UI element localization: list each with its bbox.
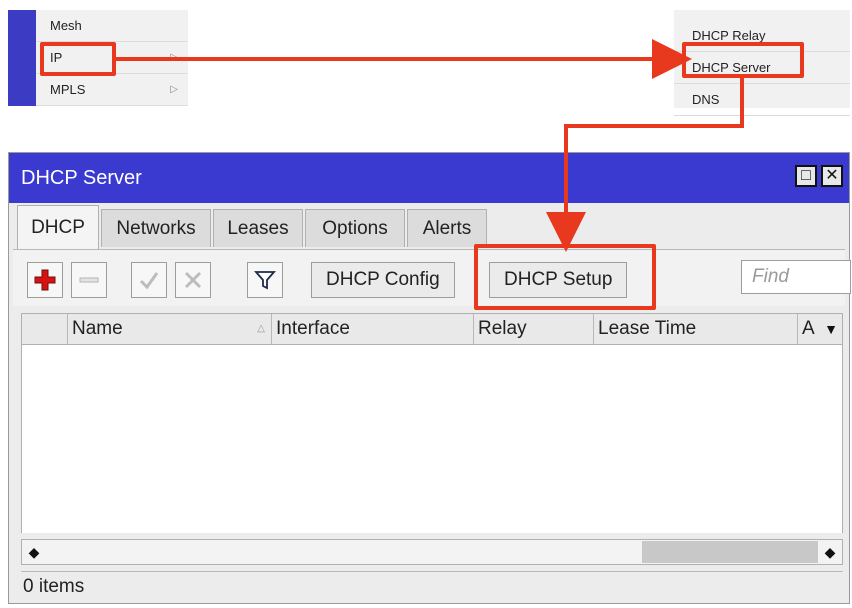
scroll-right-icon[interactable]: ◆ bbox=[818, 540, 842, 564]
filter-button[interactable] bbox=[247, 262, 283, 298]
scrollbar-thumb[interactable] bbox=[642, 541, 818, 563]
find-input[interactable]: Find bbox=[741, 260, 851, 294]
tab-label: Options bbox=[322, 218, 388, 239]
column-label: Lease Time bbox=[598, 318, 697, 339]
row-marker-column bbox=[22, 314, 68, 344]
menu-item-mesh[interactable]: Mesh bbox=[36, 10, 188, 42]
tab-label: Alerts bbox=[422, 218, 472, 239]
window-title: DHCP Server bbox=[21, 167, 142, 189]
column-label: Interface bbox=[276, 318, 350, 339]
menu-item-label: Mesh bbox=[50, 18, 82, 33]
maximize-button[interactable]: □ bbox=[795, 165, 817, 187]
column-label: Relay bbox=[478, 318, 527, 339]
column-label: A bbox=[802, 318, 815, 339]
close-button[interactable]: ✕ bbox=[821, 165, 843, 187]
remove-button[interactable] bbox=[71, 262, 107, 298]
status-bar: 0 items bbox=[21, 571, 843, 601]
tab-dhcp[interactable]: DHCP bbox=[17, 205, 99, 251]
dhcp-setup-button[interactable]: DHCP Setup bbox=[489, 262, 628, 298]
x-icon bbox=[184, 271, 202, 289]
menu-item-label: DHCP Relay bbox=[692, 28, 766, 43]
maximize-icon: □ bbox=[801, 167, 811, 184]
menu-item-mpls[interactable]: MPLS ▷ bbox=[36, 74, 188, 106]
submenu-arrow-icon: ▷ bbox=[170, 84, 178, 95]
column-header-relay[interactable]: Relay bbox=[474, 314, 594, 344]
tab-label: Leases bbox=[227, 218, 289, 239]
menu-accent-bar bbox=[8, 10, 36, 106]
menu-item-dhcp-server[interactable]: DHCP Server bbox=[674, 52, 850, 84]
scroll-left-icon[interactable]: ◆ bbox=[22, 540, 46, 564]
checkmark-icon bbox=[139, 272, 159, 290]
menu-item-dns[interactable]: DNS bbox=[674, 84, 850, 116]
minus-icon bbox=[79, 277, 99, 283]
main-menu: Mesh IP ▷ MPLS ▷ bbox=[8, 10, 188, 106]
menu-item-ip[interactable]: IP ▷ bbox=[36, 42, 188, 74]
button-label: DHCP Config bbox=[326, 269, 440, 290]
dhcp-config-button[interactable]: DHCP Config bbox=[311, 262, 455, 298]
filter-icon bbox=[254, 271, 276, 290]
table-body bbox=[21, 345, 843, 533]
tab-label: DHCP bbox=[31, 217, 85, 238]
table-header: Name △ Interface Relay Lease Time A ▼ bbox=[21, 313, 843, 345]
window-titlebar[interactable]: DHCP Server □ ✕ bbox=[9, 153, 849, 203]
submenu-arrow-icon: ▷ bbox=[170, 52, 178, 63]
chevron-down-icon: ▼ bbox=[824, 321, 838, 337]
button-label: DHCP Setup bbox=[504, 269, 613, 290]
menu-item-label: DHCP Server bbox=[692, 60, 771, 75]
item-count: 0 items bbox=[23, 576, 85, 597]
column-header-name[interactable]: Name △ bbox=[68, 314, 272, 344]
column-header-interface[interactable]: Interface bbox=[272, 314, 474, 344]
tab-leases[interactable]: Leases bbox=[213, 209, 303, 247]
menu-item-label: DNS bbox=[692, 92, 720, 107]
tab-networks[interactable]: Networks bbox=[101, 209, 211, 247]
toolbar: DHCP Config DHCP Setup Find bbox=[13, 249, 851, 306]
tab-options[interactable]: Options bbox=[305, 209, 405, 247]
dhcp-server-window: DHCP Server □ ✕ DHCP Networks Leases Opt… bbox=[8, 152, 851, 604]
tab-alerts[interactable]: Alerts bbox=[407, 209, 487, 247]
column-header-a[interactable]: A bbox=[798, 314, 820, 344]
column-label: Name bbox=[72, 318, 123, 339]
tab-label: Networks bbox=[116, 218, 196, 239]
disable-button[interactable] bbox=[175, 262, 211, 298]
find-placeholder: Find bbox=[752, 266, 789, 287]
ip-submenu: DHCP Relay DHCP Server DNS bbox=[674, 10, 850, 116]
column-header-lease-time[interactable]: Lease Time bbox=[594, 314, 798, 344]
plus-icon bbox=[34, 269, 56, 291]
horizontal-scrollbar[interactable]: ◆ ◆ bbox=[21, 539, 843, 565]
menu-item-dhcp-relay[interactable]: DHCP Relay bbox=[674, 20, 850, 52]
close-icon: ✕ bbox=[825, 167, 839, 184]
menu-item-label: MPLS bbox=[50, 82, 86, 97]
add-button[interactable] bbox=[27, 262, 63, 298]
column-chooser-dropdown[interactable]: ▼ bbox=[820, 314, 842, 344]
enable-button[interactable] bbox=[131, 262, 167, 298]
sort-arrow-icon: △ bbox=[257, 323, 265, 334]
menu-item-label: IP bbox=[50, 50, 63, 65]
